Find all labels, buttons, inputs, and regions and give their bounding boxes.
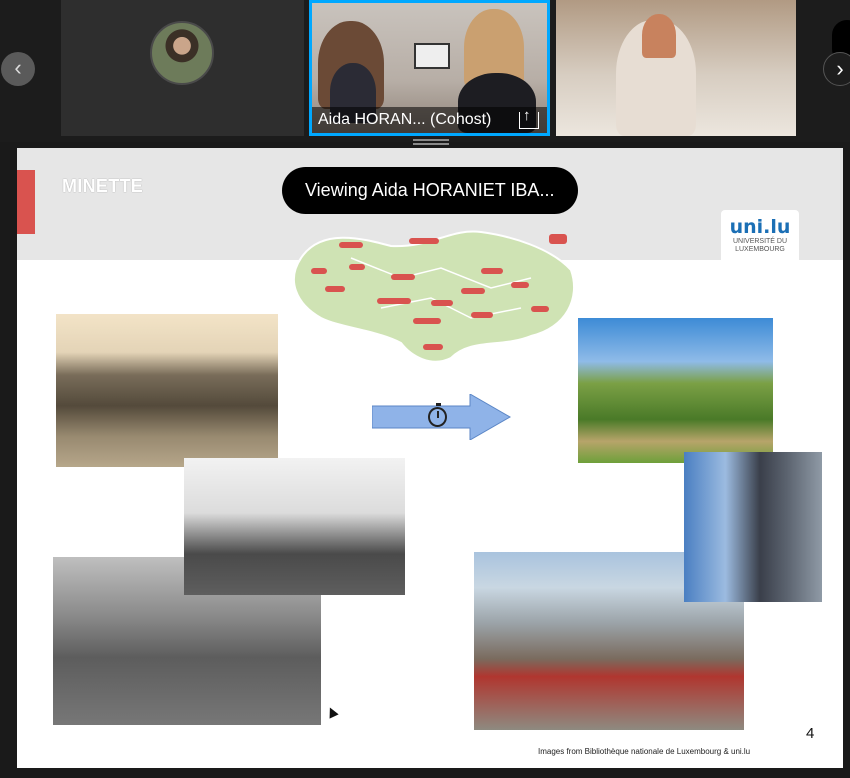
chevron-left-icon: ‹ bbox=[14, 55, 22, 80]
green-landscape-photo bbox=[578, 318, 773, 463]
chevron-right-icon: › bbox=[836, 56, 844, 81]
share-icon[interactable] bbox=[519, 103, 539, 129]
image-credits: Images from Bibliothèque nationale de Lu… bbox=[538, 747, 751, 756]
participant-name-label: Aida HORAN... (Cohost) bbox=[312, 103, 547, 133]
steelworks-photo bbox=[184, 458, 405, 595]
participant-tile[interactable] bbox=[556, 0, 796, 136]
stopwatch-icon bbox=[428, 403, 447, 427]
resize-handle[interactable] bbox=[413, 139, 449, 145]
wall-picture bbox=[414, 43, 450, 69]
viewing-banner: Viewing Aida HORANIET IBA... bbox=[282, 167, 578, 214]
historic-quarry-photo bbox=[56, 314, 278, 467]
logo-subtitle: LUXEMBOURG bbox=[735, 246, 785, 253]
participant-strip: ‹ Aida HORAN... (Cohost) › bbox=[0, 0, 850, 142]
slide-accent-tab bbox=[17, 170, 35, 234]
shared-slide: MINETTE uni.lu UNIVERSITÉ DU LUXEMBOURG bbox=[17, 148, 843, 768]
slide-page-number: 4 bbox=[806, 725, 815, 742]
logo-subtitle: UNIVERSITÉ DU bbox=[732, 238, 788, 245]
blast-furnace-photo bbox=[684, 452, 822, 602]
participant-tile-active[interactable]: Aida HORAN... (Cohost) bbox=[309, 0, 550, 136]
participant-name: Aida HORAN... (Cohost) bbox=[318, 111, 492, 128]
slide-title: MINETTE bbox=[62, 176, 144, 196]
previous-page-button[interactable]: ‹ bbox=[1, 52, 35, 86]
logo-text: uni.lu bbox=[729, 216, 791, 238]
participant-tile[interactable] bbox=[61, 0, 304, 136]
meeting-window: ‹ Aida HORAN... (Cohost) › MINETTE bbox=[0, 0, 850, 778]
participant-video bbox=[642, 14, 676, 58]
avatar bbox=[150, 21, 214, 85]
next-page-button[interactable]: › bbox=[823, 52, 850, 86]
luxembourg-map bbox=[292, 230, 576, 363]
uni-lu-logo: uni.lu UNIVERSITÉ DU LUXEMBOURG bbox=[721, 210, 799, 268]
